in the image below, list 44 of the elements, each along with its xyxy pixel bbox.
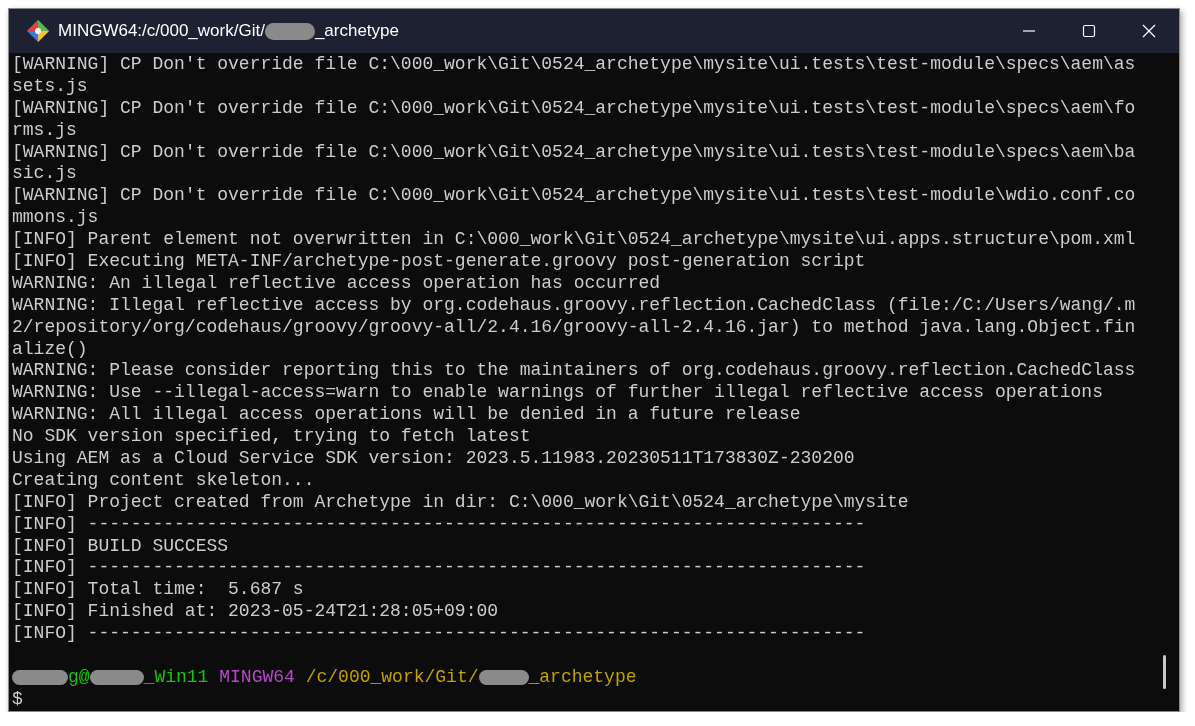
output-line: sic.js xyxy=(12,163,77,184)
scrollbar-thumb[interactable] xyxy=(1163,655,1166,689)
output-line: [WARNING] CP Don't override file C:\000_work\Git\0524_archetype\mysite\ui.tests\test-module\specs\aem\ba xyxy=(12,141,1136,162)
output-line: [INFO] ------------------------------------------------------------------------ xyxy=(12,513,866,534)
prompt-path: /c/000_work/Git/ xyxy=(305,666,479,687)
output-line: [INFO] BUILD SUCCESS xyxy=(12,535,229,556)
output-line: 2/repository/org/codehaus/groovy/groovy-all/2.4.16/groovy-all-2.4.16.jar) to method java.lang.Object.fin xyxy=(12,316,1136,337)
redaction-mark xyxy=(264,22,315,40)
output-line: Using AEM as a Cloud Service SDK version: 2023.5.11983.20230511T173830Z-230200 xyxy=(12,448,855,469)
minimize-icon xyxy=(1023,30,1035,32)
output-line: WARNING: All illegal access operations will be denied in a future release xyxy=(12,404,801,425)
prompt-path: _archetype xyxy=(528,666,637,687)
output-line: [INFO] ------------------------------------------------------------------------ xyxy=(12,623,866,644)
output-line: mmons.js xyxy=(12,207,99,228)
output-line: [INFO] Executing META-INF/archetype-post-generate.groovy post-generation script xyxy=(12,251,866,271)
output-line: [INFO] Finished at: 2023-05-24T21:28:05+09:00 xyxy=(12,601,499,622)
output-line: [WARNING] CP Don't override file C:\000_work\Git\0524_archetype\mysite\ui.tests\test-module\wdio.conf.co xyxy=(12,185,1136,206)
output-line: rms.js xyxy=(12,119,77,140)
output-line: Creating content skeleton... xyxy=(12,469,315,490)
output-line: [INFO] Total time: 5.687 s xyxy=(12,579,304,600)
prompt-system: MINGW64 xyxy=(219,666,295,687)
prompt-host: _Win11 xyxy=(143,666,209,687)
window-title: _archetype xyxy=(314,21,399,41)
output-line: sets.js xyxy=(12,75,88,96)
output-line: WARNING: Illegal reflective access by org.codehaus.groovy.reflection.CachedClass (file:/C:/Users/wang/.m xyxy=(12,294,1136,315)
maximize-icon xyxy=(1081,23,1097,39)
output-line: [WARNING] CP Don't override file C:\000_work\Git\0524_archetype\mysite\ui.tests\test-module\specs\aem\fo xyxy=(12,97,1136,118)
input-prompt[interactable]: $ xyxy=(12,688,23,709)
output-line: [INFO] Project created from Archetype in dir: C:\000_work\Git\0524_archetype\mysite xyxy=(12,491,909,512)
output-line: WARNING: An illegal reflective access operation has occurred xyxy=(12,272,661,293)
output-line: [INFO] Parent element not overwritten in C:\000_work\Git\0524_archetype\mysite\ui.apps.structure\pom.xml xyxy=(12,229,1136,250)
output-line: WARNING: Please consider reporting this to the maintainers of org.codehaus.groovy.reflection.CachedClass xyxy=(12,360,1136,381)
redaction-mark xyxy=(478,669,529,685)
output-line: No SDK version specified, trying to fetch latest xyxy=(12,426,531,447)
output-line: [INFO] ------------------------------------------------------------------------ xyxy=(12,557,866,578)
window-title: MINGW64:/c/000_work/Git/ xyxy=(58,21,265,41)
git-logo-icon xyxy=(26,19,50,43)
redaction-mark xyxy=(89,669,144,685)
output-line: [WARNING] CP Don't override file C:\000_work\Git\0524_archetype\mysite\ui.tests\test-module\specs\aem\as xyxy=(12,54,1136,74)
redaction-mark xyxy=(12,669,68,685)
close-icon xyxy=(1141,23,1157,39)
prompt-user: g@ xyxy=(68,666,90,687)
output-line: alize() xyxy=(12,338,88,359)
output-line: WARNING: Use --illegal-access=warn to enable warnings of further illegal reflective access operations xyxy=(12,382,1103,403)
